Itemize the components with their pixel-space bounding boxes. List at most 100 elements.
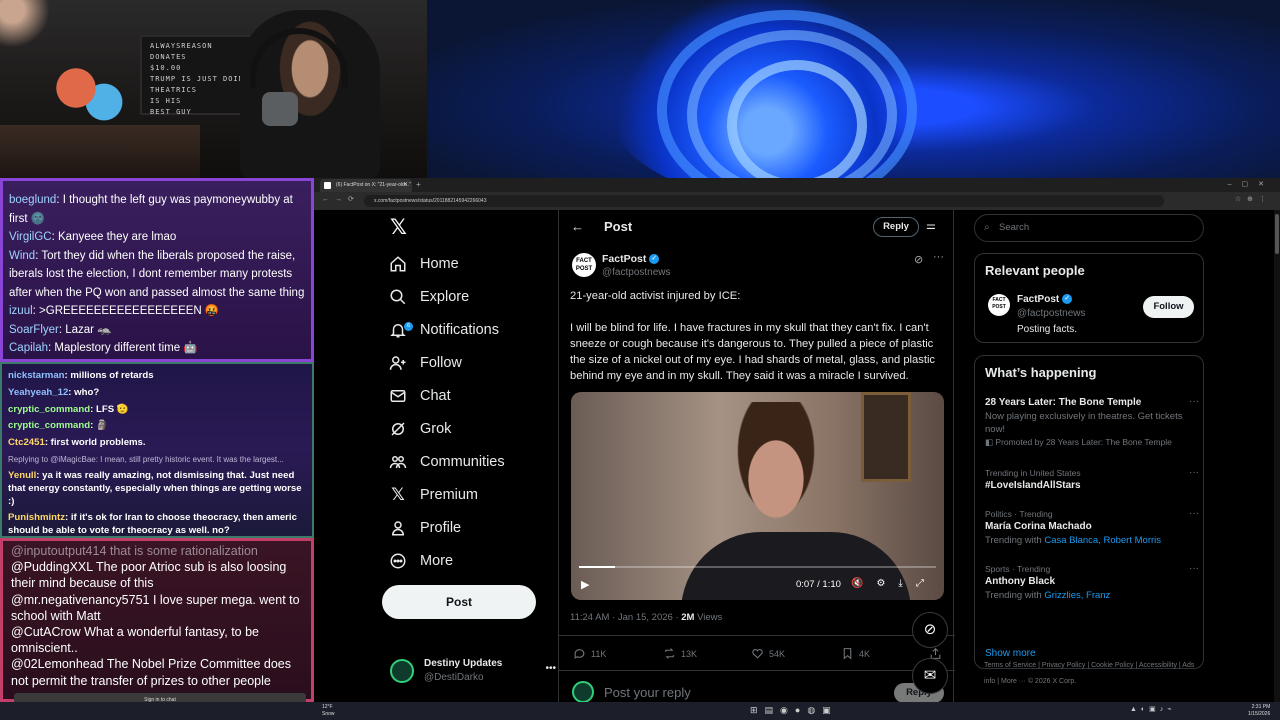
trending-with-label: Trending with <box>985 590 1045 601</box>
nav-more[interactable]: More <box>388 547 558 575</box>
chat-username[interactable]: Capilah <box>9 342 48 354</box>
chat-username[interactable]: Wind <box>9 250 35 262</box>
chat-message: @inputoutput414 that is some rationaliza… <box>11 543 303 559</box>
nav-grok[interactable]: Grok <box>388 415 558 443</box>
person-handle[interactable]: @factpostnews <box>1017 308 1086 319</box>
more-options-icon[interactable]: ··· <box>933 251 944 263</box>
grok-floating-button[interactable]: ⊘ <box>912 612 948 648</box>
video-progress-bar[interactable] <box>579 566 936 568</box>
nav-buttons[interactable]: ←→⟳ <box>322 195 360 203</box>
post-button[interactable]: Post <box>382 585 536 619</box>
chat-text: : Tort they did when the liberals propos… <box>9 249 305 299</box>
more-icon[interactable]: ··· <box>1189 467 1199 478</box>
chat-username[interactable]: izuul <box>9 305 33 317</box>
person-icon <box>388 518 408 538</box>
nav-label: Explore <box>420 289 470 305</box>
more-icon[interactable]: ··· <box>1189 563 1199 574</box>
nav-profile[interactable]: Profile <box>388 514 558 542</box>
chat-text: : Lazar 🦡 <box>58 323 112 336</box>
address-bar[interactable]: x.com/factpostnews/status/20118821459422… <box>364 195 1164 207</box>
reply-header-button[interactable]: Reply <box>873 217 919 237</box>
more-icon[interactable]: ··· <box>1189 396 1199 407</box>
x-logo-icon[interactable]: 𝕏 <box>390 217 410 238</box>
chat-username[interactable]: nickstarman <box>8 370 65 381</box>
search-input[interactable]: ⌕ Search <box>974 214 1204 242</box>
reply-input[interactable]: Post your reply <box>604 685 691 700</box>
trend-item[interactable]: Sports · Trending Anthony Black Trending… <box>985 563 1199 602</box>
nav-notifications[interactable]: 6 Notifications <box>388 316 558 344</box>
chat-username[interactable]: Yenull <box>8 470 36 481</box>
nav-follow[interactable]: Follow <box>388 349 558 377</box>
chat-username[interactable]: cryptic_command <box>8 404 90 415</box>
reply-action[interactable]: 11K <box>573 647 606 660</box>
weather-widget[interactable]: 12°F Snow <box>322 704 335 718</box>
system-tray[interactable]: ▲◐▣♪⌁ <box>1130 705 1175 713</box>
bell-icon: 6 <box>388 320 413 340</box>
bookmark-action[interactable]: 4K <box>841 647 870 660</box>
window-controls[interactable]: –▢✕ <box>1228 178 1274 192</box>
nav-label: Premium <box>420 487 479 503</box>
promoted-icon: ◧ <box>985 437 996 447</box>
more-icon[interactable]: ··· <box>1189 508 1199 519</box>
trending-with-links[interactable]: Grizzlies, Franz <box>1044 590 1110 601</box>
trend-item[interactable]: Trending in United States #LoveIslandAll… <box>985 467 1199 493</box>
trend-item[interactable]: Politics · Trending María Corina Machado… <box>985 508 1199 547</box>
nav-label: Follow <box>420 355 462 371</box>
video-controls[interactable]: 🔇⚙⤓⤢ <box>851 578 937 589</box>
nav-chat[interactable]: Chat <box>388 382 558 410</box>
person-name[interactable]: FactPost ✓ <box>1017 294 1073 305</box>
author-handle[interactable]: @factpostnews <box>602 267 671 278</box>
scrollbar[interactable] <box>1274 210 1280 702</box>
avatar <box>390 659 414 683</box>
chat-username[interactable]: @PuddingXXL <box>11 560 93 574</box>
account-switcher[interactable]: Destiny Updates @DestiDarko ••• <box>390 655 556 689</box>
new-tab-icon[interactable]: + <box>416 178 421 192</box>
chat-username[interactable]: @inputoutput414 <box>11 544 106 558</box>
chat-username[interactable]: Ctc2451 <box>8 437 45 448</box>
more-icon[interactable]: ••• <box>545 663 556 674</box>
shelf <box>0 125 200 178</box>
grok-icon[interactable]: ⊘ <box>914 253 923 266</box>
right-sidebar: ⌕ Search Relevant people FACT POST FactP… <box>974 210 1206 702</box>
nav-explore[interactable]: Explore <box>388 283 558 311</box>
chat-username[interactable]: Punishmintz <box>8 512 65 523</box>
post-actions: 11K 13K 54K 4K <box>559 635 955 671</box>
author-avatar[interactable]: FACT POST <box>572 253 596 277</box>
author-name[interactable]: FactPost ✓ <box>602 253 660 265</box>
nav-communities[interactable]: Communities <box>388 448 558 476</box>
chat-username[interactable]: @mr.negativenancy5751 <box>11 593 149 607</box>
play-icon[interactable]: ▶ <box>581 578 589 591</box>
chat-username[interactable]: @02Lemonhead <box>11 657 104 671</box>
extension-icons[interactable]: ☆⊕⋮ <box>1235 195 1272 203</box>
chat-message: Yeahyeah_12: who? <box>8 385 306 402</box>
card-title: Relevant people <box>985 263 1085 278</box>
messages-floating-button[interactable]: ✉ <box>912 658 948 694</box>
chat-username[interactable]: Yeahyeah_12 <box>8 387 68 398</box>
footer-links[interactable]: Terms of Service | Privacy Policy | Cook… <box>984 658 1204 690</box>
trend-item[interactable]: 28 Years Later: The Bone Temple Now play… <box>985 396 1199 448</box>
like-action[interactable]: 54K <box>751 647 785 660</box>
chat-username[interactable]: @CutACrow <box>11 625 81 639</box>
avatar[interactable]: FACT POST <box>988 294 1010 316</box>
clock[interactable]: 2:31 PM 1/15/2026 <box>1248 704 1270 718</box>
chat-username[interactable]: boeglund <box>9 194 56 206</box>
nav-label: More <box>420 553 454 569</box>
chat-username[interactable]: cryptic_command <box>8 420 90 431</box>
chat-username[interactable]: SoarFlyer <box>9 324 59 336</box>
follow-button[interactable]: Follow <box>1143 296 1194 318</box>
repost-action[interactable]: 13K <box>663 647 697 660</box>
back-arrow-icon[interactable]: ← <box>571 219 584 234</box>
browser-tab[interactable]: (6) FactPost on X: "21-year-old..." ✕ <box>320 179 412 192</box>
scrollbar-thumb[interactable] <box>1275 214 1279 254</box>
chat-username[interactable]: VirgilGC <box>9 231 52 243</box>
nav-premium[interactable]: 𝕏 Premium <box>388 481 558 509</box>
close-tab-icon[interactable]: ✕ <box>403 179 408 192</box>
sign-in-to-chat-button[interactable]: Sign in to chat <box>14 693 306 702</box>
nav-home[interactable]: Home <box>388 250 558 278</box>
main-column: ← Post Reply ⚌ FACT POST FactPost ✓ @fact… <box>558 210 955 702</box>
taskbar-apps[interactable]: ⊞▤◉●◍▣ <box>750 705 838 716</box>
trending-with-links[interactable]: Casa Blanca, Robert Morris <box>1044 535 1161 546</box>
video-player[interactable]: ▶ 0:07 / 1:10 🔇⚙⤓⤢ <box>571 392 944 600</box>
post-timestamp[interactable]: 11:24 AM · Jan 15, 2026 · <box>570 612 681 623</box>
sliders-icon[interactable]: ⚌ <box>926 219 936 232</box>
